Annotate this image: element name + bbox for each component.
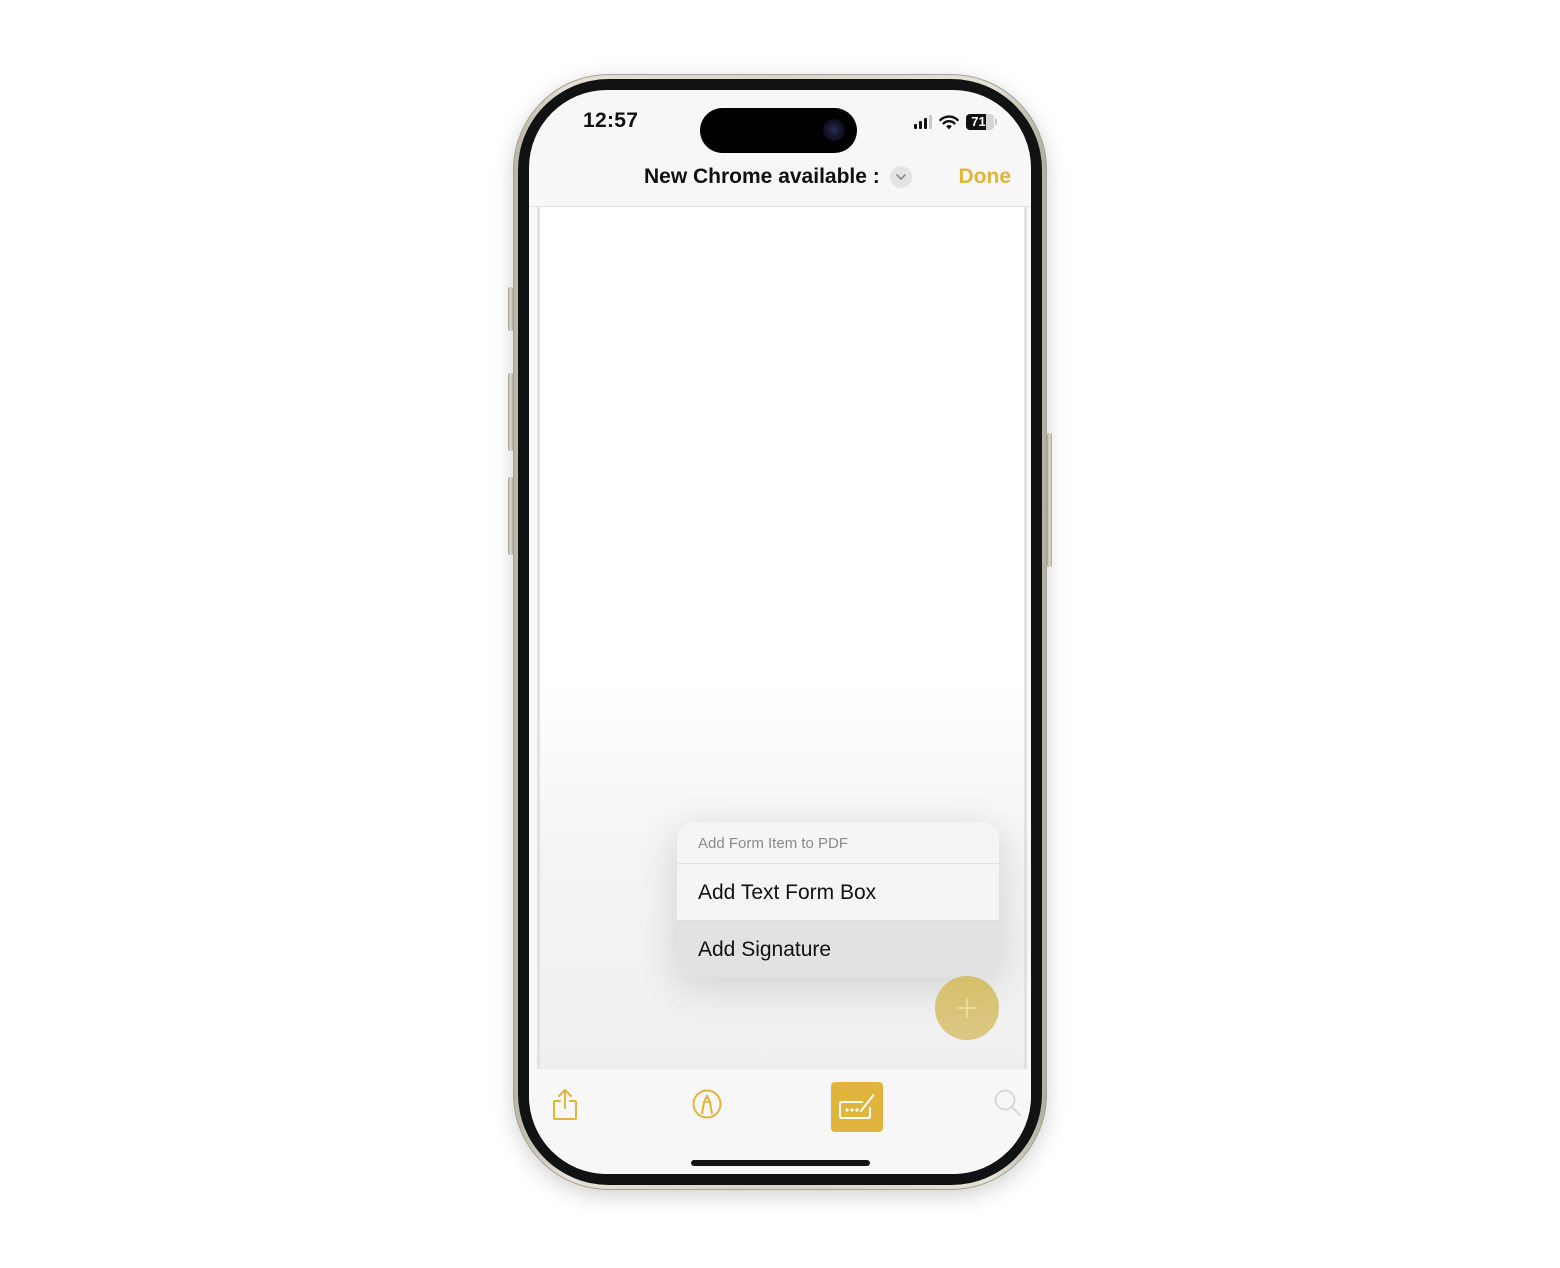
bottom-toolbar	[529, 1070, 1031, 1174]
share-icon	[553, 1089, 577, 1120]
markup-pen-icon	[692, 1089, 722, 1119]
status-time: 12:57	[583, 109, 639, 132]
wifi-icon	[939, 114, 959, 129]
search-button[interactable]	[991, 1086, 1025, 1120]
document-title-menu[interactable]: New Chrome available :	[644, 165, 912, 189]
action-button	[508, 287, 513, 331]
battery-icon: 71	[966, 114, 994, 130]
home-indicator[interactable]	[691, 1160, 870, 1166]
done-button[interactable]: Done	[959, 165, 1012, 189]
markup-button[interactable]	[689, 1086, 725, 1122]
add-form-item-button[interactable]	[935, 976, 999, 1040]
menu-item-add-signature[interactable]: Add Signature	[677, 920, 999, 977]
form-fill-button[interactable]	[831, 1082, 883, 1132]
phone-screen: 12:57 71 New Chrome available : Done Add…	[529, 90, 1031, 1174]
front-camera-icon	[823, 119, 845, 141]
plus-icon	[957, 998, 977, 1018]
chevron-down-icon[interactable]	[889, 166, 912, 188]
navigation-bar: New Chrome available : Done	[529, 160, 1031, 207]
menu-item-add-text-form-box[interactable]: Add Text Form Box	[677, 864, 999, 920]
volume-up-button	[508, 373, 513, 451]
search-icon	[994, 1089, 1022, 1117]
battery-tip	[995, 119, 997, 125]
status-bar: 12:57 71	[529, 90, 1031, 160]
share-button[interactable]	[547, 1086, 583, 1122]
menu-header: Add Form Item to PDF	[677, 822, 999, 864]
form-fill-icon	[839, 1094, 875, 1119]
cellular-signal-icon	[914, 115, 932, 129]
dynamic-island	[700, 108, 857, 153]
status-indicators: 71	[914, 112, 997, 132]
add-form-item-menu: Add Form Item to PDF Add Text Form Box A…	[677, 822, 999, 977]
document-title: New Chrome available :	[644, 165, 880, 188]
battery-percent: 71	[971, 114, 986, 129]
power-button	[1047, 433, 1052, 567]
volume-down-button	[508, 477, 513, 555]
